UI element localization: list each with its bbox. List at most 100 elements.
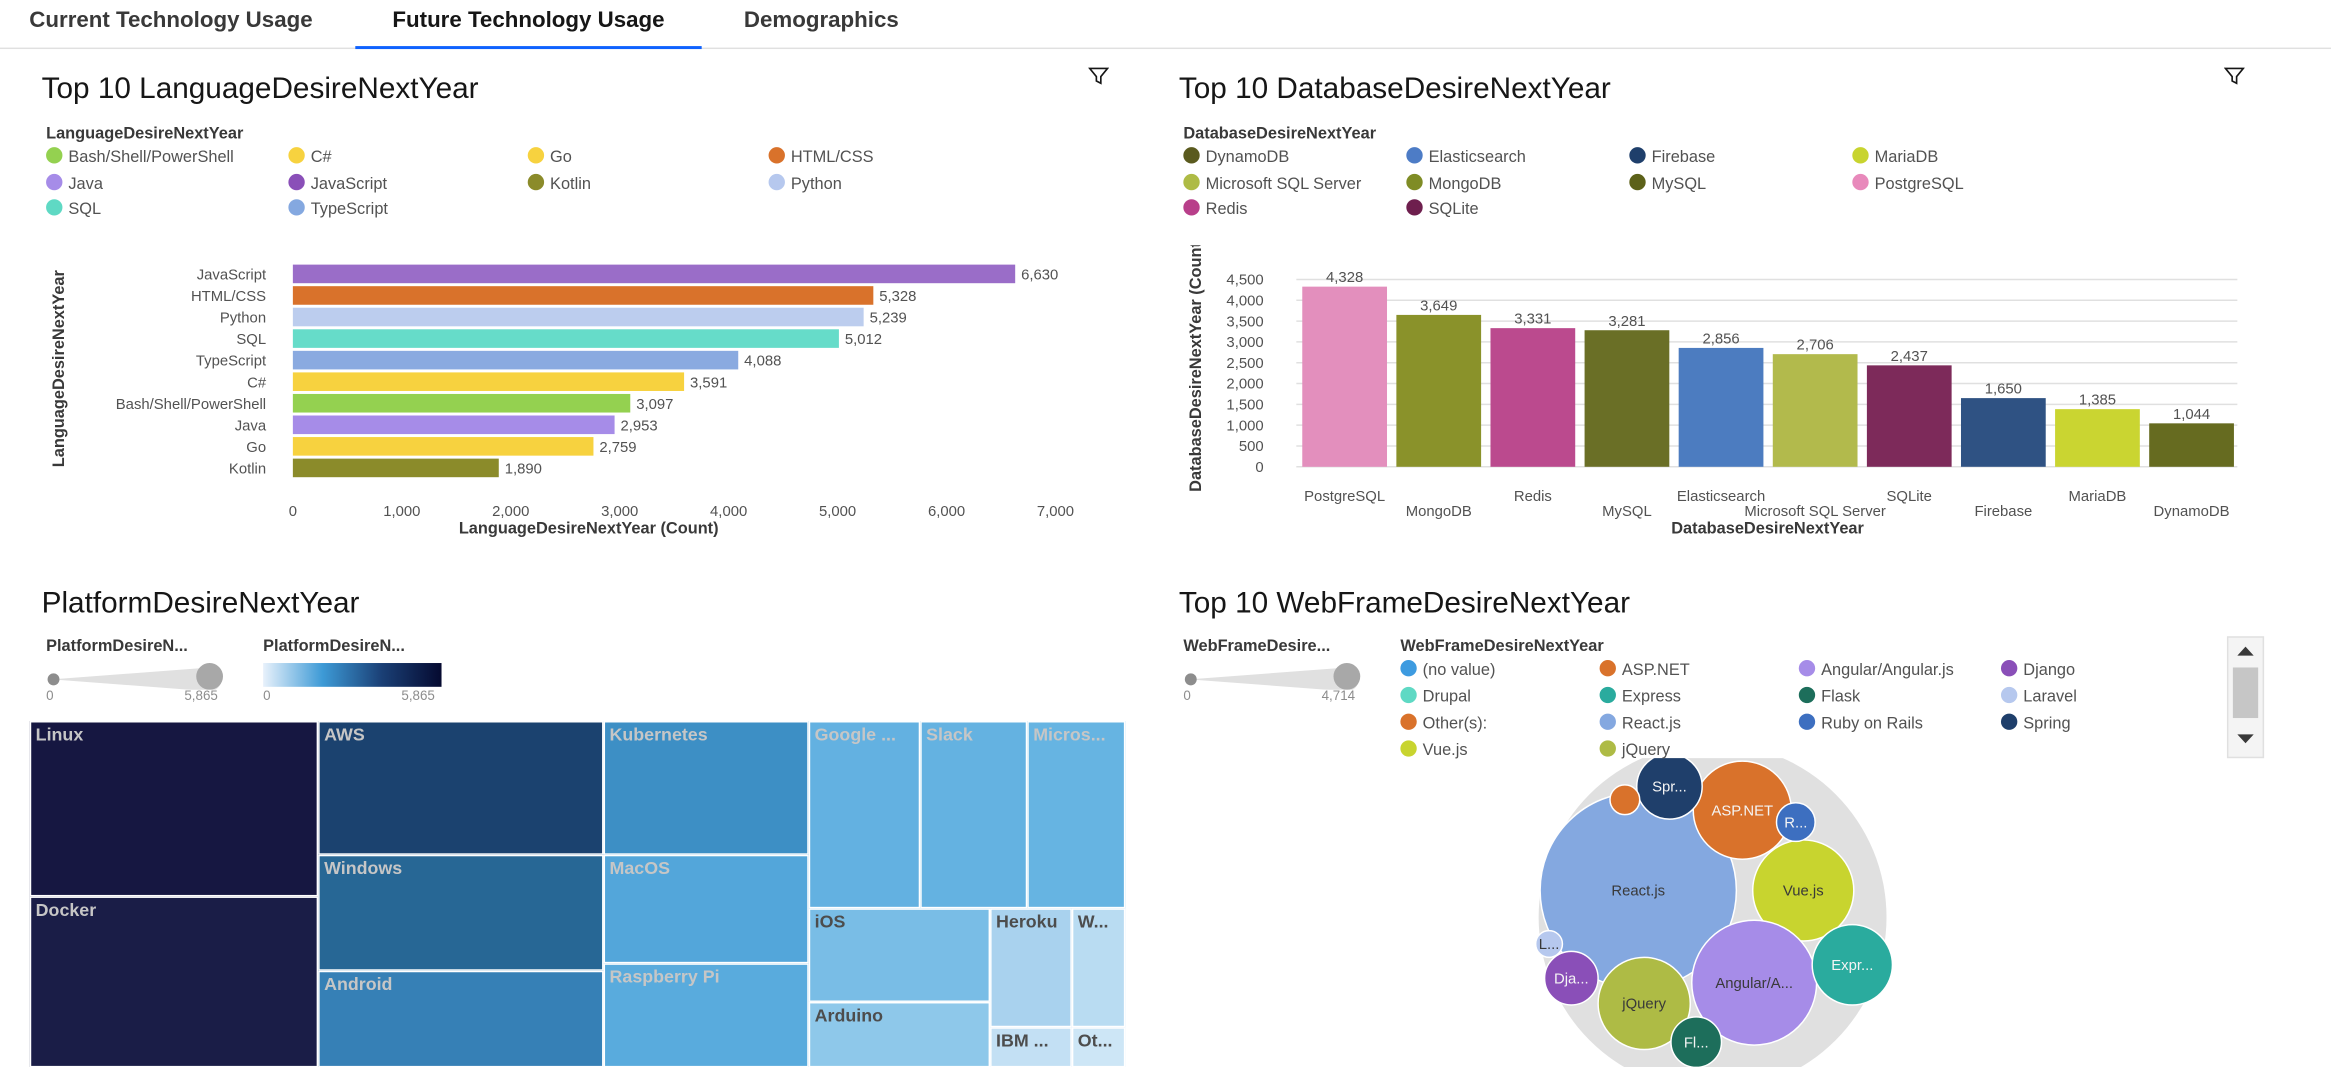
webframe-legend-item-django[interactable]: Django <box>2000 660 2075 681</box>
language-legend-item-html-css[interactable]: HTML/CSS <box>768 147 874 168</box>
treemap-cell-ot[interactable]: Ot... <box>1071 1027 1126 1067</box>
language-legend-item-bash-shell-powershell[interactable]: Bash/Shell/PowerShell <box>46 147 234 168</box>
bubble-other[interactable] <box>1609 784 1641 816</box>
treemap-cell-docker[interactable]: Docker <box>29 896 319 1067</box>
bar-bash-shell-powershell[interactable] <box>292 393 631 413</box>
webframe-chart-title: Top 10 WebFrameDesireNextYear <box>1178 587 1631 620</box>
webframe-legend-item-react-js[interactable]: React.js <box>1599 713 1681 735</box>
language-y-axis-label: LanguageDesireNextYear <box>50 269 68 467</box>
treemap-cell-heroku[interactable]: Heroku <box>990 908 1072 1028</box>
database-legend-item-elasticsearch[interactable]: Elasticsearch <box>1406 147 1526 168</box>
tab-current-technology-usage[interactable]: Current Technology Usage <box>0 0 342 46</box>
bar-c[interactable] <box>292 372 685 391</box>
webframe-legend-item-laravel[interactable]: Laravel <box>2000 686 2077 708</box>
scroll-down-icon[interactable] <box>2236 733 2255 745</box>
legend-swatch <box>1852 147 1869 164</box>
legend-swatch <box>1400 686 1417 704</box>
bar-kotlin[interactable] <box>292 458 499 478</box>
bar-javascript[interactable] <box>292 264 1016 284</box>
language-legend-item-c[interactable]: C# <box>288 147 332 168</box>
language-legend-item-python[interactable]: Python <box>768 173 842 194</box>
bar-mariadb[interactable] <box>2055 409 2140 467</box>
webframe-legend-item-other-s[interactable]: Other(s): <box>1400 713 1487 735</box>
bar-go[interactable] <box>292 437 594 456</box>
treemap-cell-label: Heroku <box>996 911 1058 933</box>
treemap-cell-linux[interactable]: Linux <box>29 721 319 897</box>
database-legend-item-firebase[interactable]: Firebase <box>1629 147 1715 168</box>
treemap-cell-micros[interactable]: Micros... <box>1027 721 1126 909</box>
category-label: TypeScript <box>196 354 267 370</box>
filter-icon[interactable] <box>2223 65 2245 86</box>
bar-python[interactable] <box>292 307 864 327</box>
bar-dynamodb[interactable] <box>2149 423 2234 467</box>
bar-elasticsearch[interactable] <box>1678 347 1764 467</box>
category-label: Python <box>220 311 266 327</box>
webframe-legend-item-asp-net[interactable]: ASP.NET <box>1599 660 1690 681</box>
scrollbar-thumb[interactable] <box>2232 667 2259 719</box>
database-legend-item-mariadb[interactable]: MariaDB <box>1852 147 1938 168</box>
database-legend-item-sqlite[interactable]: SQLite <box>1406 199 1479 220</box>
y-tick-label: 3,500 <box>1226 314 1263 330</box>
database-legend-item-mysql[interactable]: MySQL <box>1629 173 1706 194</box>
bar-sql[interactable] <box>292 329 839 348</box>
bar-mysql[interactable] <box>1584 330 1670 467</box>
tab-future-technology-usage[interactable]: Future Technology Usage <box>355 0 702 50</box>
treemap-cell-macos[interactable]: MacOS <box>603 854 809 964</box>
language-legend-item-typescript[interactable]: TypeScript <box>288 199 388 220</box>
category-label: SQL <box>236 332 266 348</box>
webframe-legend-item-vue-js[interactable]: Vue.js <box>1400 740 1468 761</box>
legend-swatch <box>1798 660 1816 677</box>
treemap-cell-android[interactable]: Android <box>318 970 604 1067</box>
bar-postgresql[interactable] <box>1302 286 1388 467</box>
legend-label: (no value) <box>1422 661 1496 680</box>
treemap-cell-arduino[interactable]: Arduino <box>808 1001 991 1067</box>
treemap-cell-slack[interactable]: Slack <box>920 721 1028 909</box>
legend-label: PostgreSQL <box>1874 174 1964 193</box>
database-legend-item-microsoft-sql-server[interactable]: Microsoft SQL Server <box>1183 173 1361 194</box>
treemap-cell-windows[interactable]: Windows <box>318 854 604 971</box>
bar-typescript[interactable] <box>292 350 739 370</box>
treemap-cell-aws[interactable]: AWS <box>318 721 604 855</box>
webframe-size-legend-title: WebFrameDesire... <box>1183 637 1331 656</box>
legend-swatch <box>2000 713 2018 730</box>
database-legend-item-postgresql[interactable]: PostgreSQL <box>1852 173 1964 194</box>
language-legend-item-java[interactable]: Java <box>46 173 103 194</box>
language-legend-item-javascript[interactable]: JavaScript <box>288 173 387 194</box>
webframe-legend-item-ruby-on-rails[interactable]: Ruby on Rails <box>1798 713 1923 735</box>
value-label: 3,649 <box>1420 298 1457 314</box>
bar-html-css[interactable] <box>292 286 874 305</box>
webframe-legend-item-angular-angular-js[interactable]: Angular/Angular.js <box>1798 660 1954 681</box>
bar-microsoft-sql-server[interactable] <box>1772 354 1858 467</box>
legend-label: JavaScript <box>310 174 388 193</box>
database-legend-item-dynamodb[interactable]: DynamoDB <box>1183 147 1289 168</box>
webframe-legend-item-flask[interactable]: Flask <box>1798 686 1860 708</box>
webframe-legend-item-jquery[interactable]: jQuery <box>1599 740 1670 761</box>
language-legend-item-sql[interactable]: SQL <box>46 199 101 220</box>
treemap-cell-kubernetes[interactable]: Kubernetes <box>603 721 809 855</box>
scroll-up-icon[interactable] <box>2236 645 2255 657</box>
treemap-cell-ios[interactable]: iOS <box>808 908 991 1002</box>
treemap-cell-raspberry-pi[interactable]: Raspberry Pi <box>603 963 809 1067</box>
webframe-legend-item-no-value[interactable]: (no value) <box>1400 660 1495 681</box>
treemap-cell-w[interactable]: W... <box>1071 908 1126 1028</box>
database-x-axis-label: DatabaseDesireNextYear <box>1671 520 1864 538</box>
legend-scrollbar[interactable] <box>2226 636 2265 759</box>
language-legend-item-kotlin[interactable]: Kotlin <box>527 173 591 194</box>
treemap-cell-ibm[interactable]: IBM ... <box>990 1027 1072 1067</box>
language-legend-item-go[interactable]: Go <box>527 147 572 168</box>
bar-sqlite[interactable] <box>1866 365 1952 467</box>
database-legend-item-redis[interactable]: Redis <box>1183 199 1247 220</box>
bar-firebase[interactable] <box>1960 398 2046 467</box>
database-legend-item-mongodb[interactable]: MongoDB <box>1406 173 1501 194</box>
treemap-cell-google[interactable]: Google ... <box>808 721 921 909</box>
bar-java[interactable] <box>292 415 615 435</box>
category-label: C# <box>247 375 267 391</box>
webframe-legend-item-express[interactable]: Express <box>1599 686 1681 708</box>
filter-icon[interactable] <box>1088 65 1110 86</box>
treemap-cell-label: Android <box>324 973 393 995</box>
tab-demographics[interactable]: Demographics <box>714 0 930 46</box>
bar-redis[interactable] <box>1490 328 1576 467</box>
webframe-legend-item-spring[interactable]: Spring <box>2000 713 2071 735</box>
bar-mongodb[interactable] <box>1396 314 1482 467</box>
webframe-legend-item-drupal[interactable]: Drupal <box>1400 686 1471 708</box>
